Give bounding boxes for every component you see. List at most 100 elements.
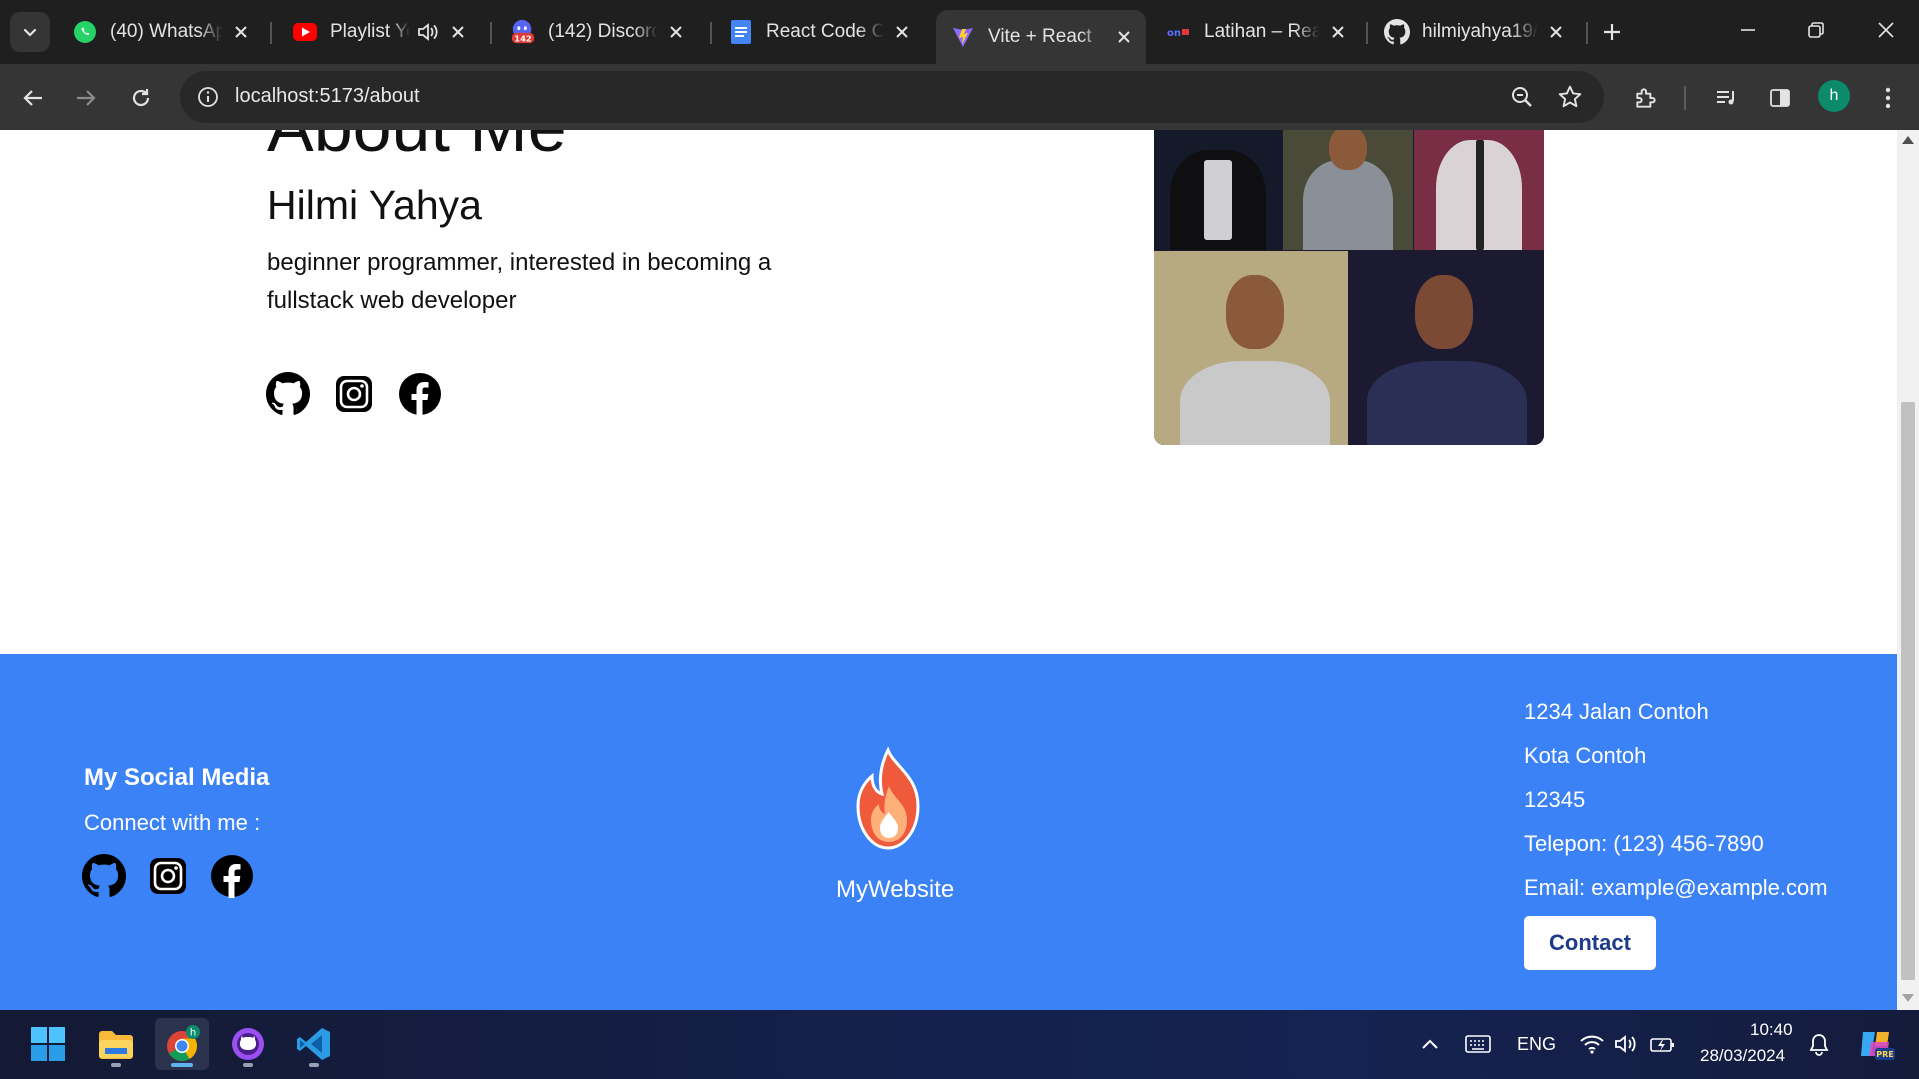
tab-discord[interactable]: 142 (142) Discord: [496, 10, 698, 54]
tab-separator: [710, 22, 712, 44]
tab-whatsapp[interactable]: (40) WhatsApp: [58, 10, 263, 54]
battery-charging-icon[interactable]: [1649, 1030, 1677, 1058]
close-icon[interactable]: [1544, 20, 1568, 44]
github-icon[interactable]: [82, 854, 126, 898]
profile-photo-collage: [1154, 130, 1544, 445]
speaker-icon[interactable]: [416, 20, 440, 44]
tab-react-code[interactable]: React Code Conventions: [714, 10, 924, 54]
playlist-icon: [1717, 91, 1734, 105]
reload-icon: [132, 89, 150, 107]
page-scrollbar[interactable]: [1897, 130, 1919, 1010]
side-panel-icon: [1770, 89, 1790, 107]
reload-button[interactable]: [121, 78, 161, 118]
browser-toolbar: localhost:5173/about h: [0, 64, 1919, 130]
tab-separator: [490, 22, 492, 44]
address-bar[interactable]: localhost:5173/about: [180, 71, 1604, 123]
tab-search-button[interactable]: [10, 12, 50, 52]
running-indicator: [243, 1063, 253, 1067]
tab-title: Latihan – React: [1204, 21, 1320, 42]
tab-strip: (40) WhatsApp Playlist YouTube 142 (142)…: [0, 0, 1919, 64]
chrome-icon[interactable]: h: [155, 1018, 209, 1070]
discord-icon: 142: [510, 19, 536, 45]
close-icon[interactable]: [1326, 20, 1350, 44]
footer-social-links: [82, 854, 254, 898]
running-indicator: [309, 1063, 319, 1067]
avatar[interactable]: h: [1818, 80, 1850, 112]
bookmark-star-icon[interactable]: [1554, 81, 1586, 113]
close-icon: [1878, 22, 1894, 38]
zoom-icon[interactable]: [1506, 81, 1538, 113]
close-icon[interactable]: [229, 20, 253, 44]
footer-social-subtitle: Connect with me :: [84, 810, 261, 835]
tab-latihan[interactable]: on Latihan – React: [1152, 10, 1360, 54]
vscode-icon[interactable]: [287, 1018, 341, 1070]
url-text[interactable]: localhost:5173/about: [235, 85, 420, 108]
about-social-links: [266, 372, 442, 416]
puzzle-icon: [1636, 88, 1656, 108]
tab-title: Vite + React: [988, 26, 1092, 47]
more-vertical-icon: [1885, 87, 1891, 109]
facebook-icon[interactable]: [398, 372, 442, 416]
page-viewport: About Me Hilmi Yahya beginner programmer…: [0, 130, 1897, 1010]
site-name: MyWebsite: [836, 876, 955, 903]
tab-title: Playlist YouTube: [330, 21, 410, 42]
keyboard-icon[interactable]: [1464, 1030, 1492, 1058]
instagram-icon[interactable]: [146, 854, 190, 898]
whatsapp-icon: [72, 19, 98, 45]
scroll-down-arrow[interactable]: [1902, 994, 1914, 1002]
language-indicator[interactable]: ENG: [1517, 1034, 1556, 1055]
profile-name: Hilmi Yahya: [267, 182, 482, 228]
address-line: 1234 Jalan Contoh: [1524, 699, 1709, 724]
site-info-icon[interactable]: [192, 81, 224, 113]
page-title: About Me: [267, 130, 567, 162]
back-button[interactable]: [13, 78, 53, 118]
close-icon[interactable]: [1112, 25, 1136, 49]
github-desktop-icon[interactable]: [221, 1018, 275, 1070]
restore-icon: [1808, 22, 1824, 38]
facebook-icon[interactable]: [210, 854, 254, 898]
copilot-icon[interactable]: PRE: [1856, 1024, 1896, 1064]
profile-photo: [1283, 130, 1413, 250]
wifi-icon[interactable]: [1578, 1030, 1606, 1058]
menu-button[interactable]: [1868, 78, 1908, 118]
new-tab-button[interactable]: [1596, 16, 1628, 48]
clock-time[interactable]: 10:40: [1750, 1020, 1793, 1040]
svg-text:on: on: [1167, 28, 1181, 39]
tab-vite-react[interactable]: Vite + React: [936, 10, 1146, 64]
notification-bell-icon[interactable]: [1805, 1030, 1833, 1058]
clock-date[interactable]: 28/03/2024: [1700, 1046, 1785, 1066]
profile-photo: [1154, 251, 1348, 445]
restore-button[interactable]: [1796, 12, 1836, 48]
github-icon[interactable]: [266, 372, 310, 416]
profile-photo: [1349, 251, 1544, 445]
address-line: Kota Contoh: [1524, 743, 1647, 768]
windows-start-icon[interactable]: [21, 1018, 75, 1070]
scroll-up-arrow[interactable]: [1902, 136, 1914, 144]
arrow-left-icon: [23, 90, 42, 106]
svg-text:PRE: PRE: [1876, 1050, 1894, 1059]
close-window-button[interactable]: [1866, 12, 1906, 48]
volume-icon[interactable]: [1612, 1030, 1640, 1058]
minimize-button[interactable]: [1728, 12, 1768, 48]
side-panel-button[interactable]: [1760, 78, 1800, 118]
latihan-icon: on: [1166, 19, 1192, 45]
file-explorer-icon[interactable]: [89, 1018, 143, 1070]
tab-youtube[interactable]: Playlist YouTube: [278, 10, 480, 54]
media-controls-button[interactable]: [1706, 78, 1746, 118]
site-footer: My Social Media Connect with me : MyWebs…: [0, 654, 1897, 1010]
close-icon[interactable]: [446, 20, 470, 44]
tab-github[interactable]: hilmiyahya19/: [1370, 10, 1578, 54]
chevron-up-icon[interactable]: [1416, 1030, 1444, 1058]
instagram-icon[interactable]: [332, 372, 376, 416]
extensions-button[interactable]: [1626, 78, 1666, 118]
scroll-thumb[interactable]: [1901, 402, 1915, 980]
address-phone: Telepon: (123) 456-7890: [1524, 831, 1764, 856]
close-icon[interactable]: [664, 20, 688, 44]
address-line: 12345: [1524, 787, 1586, 812]
active-indicator: [171, 1063, 193, 1067]
vite-icon: [950, 24, 976, 50]
footer-social-title: My Social Media: [84, 764, 270, 791]
contact-button[interactable]: Contact: [1524, 916, 1656, 970]
close-icon[interactable]: [890, 20, 914, 44]
forward-button[interactable]: [66, 78, 106, 118]
